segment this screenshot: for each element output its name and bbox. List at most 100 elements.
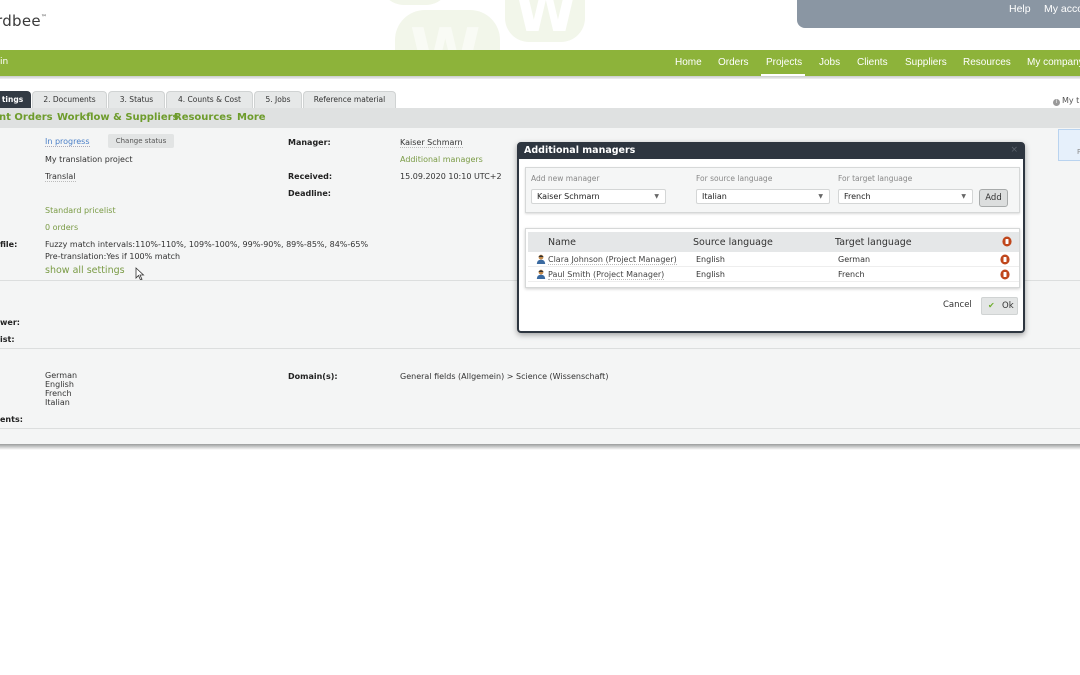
list-label: ist:	[0, 335, 15, 344]
sub-nav: nt Orders Workflow & Suppliers Resources…	[0, 108, 1080, 128]
managers-table: Name Source language Target language Cla…	[525, 228, 1020, 288]
table-row: Paul Smith (Project Manager) English Fre…	[528, 268, 1019, 282]
tab-counts-cost[interactable]: 4. Counts & Cost	[166, 91, 253, 108]
manager-source-language: English	[696, 255, 725, 264]
manager-target-language: French	[838, 270, 865, 279]
watermark-letter: W	[515, 0, 577, 45]
change-status-button[interactable]: Change status	[108, 134, 174, 148]
section-divider	[0, 348, 1080, 349]
manager-name[interactable]: Clara Johnson (Project Manager)	[548, 255, 677, 265]
logo-text: rdbee	[0, 12, 41, 30]
my-account-link[interactable]: My acco	[1044, 3, 1080, 15]
manager-label: Manager:	[288, 138, 331, 147]
help-link[interactable]: Help	[1009, 3, 1031, 15]
tab-status[interactable]: 3. Status	[108, 91, 165, 108]
nav-projects[interactable]: Projects	[766, 57, 802, 68]
tab-reference-material[interactable]: Reference material	[303, 91, 396, 108]
column-header-name: Name	[548, 237, 577, 248]
watermark-logo	[380, 0, 450, 5]
section-divider	[0, 428, 1080, 429]
content-bottom-shadow	[0, 444, 1080, 450]
dialog-title: Additional managers	[524, 145, 636, 156]
nav-jobs[interactable]: Jobs	[819, 57, 840, 68]
delete-all-icon[interactable]	[1002, 236, 1012, 247]
tab-documents[interactable]: 2. Documents	[32, 91, 107, 108]
mouse-cursor-icon	[135, 267, 145, 281]
target-language-value: French	[844, 192, 871, 201]
nav-my-company[interactable]: My company	[1027, 57, 1080, 68]
column-header-source: Source language	[693, 237, 773, 248]
my-hint[interactable]: i My t	[1053, 96, 1079, 106]
additional-managers-link[interactable]: Additional managers	[400, 155, 483, 164]
subnav-client-orders[interactable]: nt Orders	[0, 112, 53, 123]
domains-label: Domain(s):	[288, 372, 338, 381]
add-button[interactable]: Add	[979, 189, 1008, 207]
reviewer-label: wer:	[0, 318, 20, 327]
header: W W rdbee™ Help My acco	[0, 0, 1080, 50]
profile-label: file:	[0, 240, 18, 249]
subnav-more[interactable]: More	[237, 112, 266, 123]
comments-label: ents:	[0, 415, 23, 424]
pre-translation: Pre-translation:Yes if 100% match	[45, 252, 181, 261]
show-all-settings-link[interactable]: show all settings	[45, 265, 125, 276]
tab-settings[interactable]: tings	[0, 91, 31, 108]
cancel-button[interactable]: Cancel	[943, 300, 972, 310]
manager-select[interactable]: Kaiser Schmarn ▼	[531, 189, 666, 204]
main-nav: in Home Orders Projects Jobs Clients Sup…	[0, 50, 1080, 76]
person-icon	[536, 254, 546, 264]
account-bar: Help My acco	[797, 0, 1080, 28]
table-header: Name Source language Target language	[528, 232, 1019, 252]
nav-shadow	[0, 76, 1080, 79]
delete-icon[interactable]	[1000, 269, 1010, 280]
manager-name[interactable]: Paul Smith (Project Manager)	[548, 270, 665, 280]
source-language-select[interactable]: Italian ▼	[696, 189, 830, 204]
received-label: Received:	[288, 172, 333, 181]
nav-home[interactable]: Home	[675, 57, 702, 68]
manager-value[interactable]: Kaiser Schmarn	[400, 138, 463, 148]
delete-icon[interactable]	[1000, 254, 1010, 265]
nav-clients[interactable]: Clients	[857, 57, 888, 68]
manager-target-language: German	[838, 255, 871, 264]
source-language-label: For source language	[696, 174, 773, 183]
info-icon: i	[1053, 99, 1060, 106]
add-manager-panel: Add new manager Kaiser Schmarn ▼ For sou…	[525, 167, 1020, 213]
nav-left-item[interactable]: in	[0, 57, 8, 67]
source-language-value: Italian	[702, 192, 727, 201]
target-language-label: For target language	[838, 174, 913, 183]
dialog-titlebar[interactable]: Additional managers ×	[519, 144, 1023, 159]
manager-select-value: Kaiser Schmarn	[537, 192, 600, 201]
orders-link[interactable]: 0 orders	[45, 223, 78, 232]
project-name: My translation project	[45, 155, 133, 164]
language-4: Italian	[45, 398, 70, 407]
watermark-letter: W	[410, 16, 481, 50]
app-logo[interactable]: rdbee™	[0, 12, 47, 30]
received-value: 15.09.2020 10:10 UTC+2	[400, 172, 502, 181]
domains-value: General fields (Allgemein) > Science (Wi…	[400, 372, 609, 381]
tab-jobs[interactable]: 5. Jobs	[254, 91, 302, 108]
nav-orders[interactable]: Orders	[718, 57, 749, 68]
project-type[interactable]: Translal	[45, 172, 76, 182]
my-hint-text: My t	[1062, 96, 1080, 105]
additional-managers-dialog: Additional managers × Add new manager Ka…	[517, 142, 1025, 333]
right-side-panel[interactable]: P	[1058, 129, 1080, 161]
logo-tm: ™	[40, 14, 48, 21]
close-icon[interactable]: ×	[1010, 145, 1018, 155]
add-new-manager-label: Add new manager	[531, 174, 600, 183]
pricelist-link[interactable]: Standard pricelist	[45, 206, 116, 215]
nav-suppliers[interactable]: Suppliers	[905, 57, 947, 68]
target-language-select[interactable]: French ▼	[838, 189, 973, 204]
chevron-down-icon: ▼	[818, 193, 823, 200]
chevron-down-icon: ▼	[961, 193, 966, 200]
ok-button-label: Ok	[1002, 301, 1014, 311]
nav-resources[interactable]: Resources	[963, 57, 1011, 68]
manager-source-language: English	[696, 270, 725, 279]
status-link[interactable]: In progress	[45, 137, 90, 147]
subnav-resources[interactable]: Resources	[174, 112, 232, 123]
fuzzy-intervals: Fuzzy match intervals:110%-110%, 109%-10…	[45, 240, 369, 249]
checkmark-icon: ✔	[988, 301, 995, 310]
ok-button[interactable]: ✔ Ok	[981, 297, 1018, 315]
table-row: Clara Johnson (Project Manager) English …	[528, 253, 1019, 267]
subnav-workflow-suppliers[interactable]: Workflow & Suppliers	[57, 112, 179, 123]
deadline-label: Deadline:	[288, 189, 331, 198]
column-header-target: Target language	[835, 237, 912, 248]
